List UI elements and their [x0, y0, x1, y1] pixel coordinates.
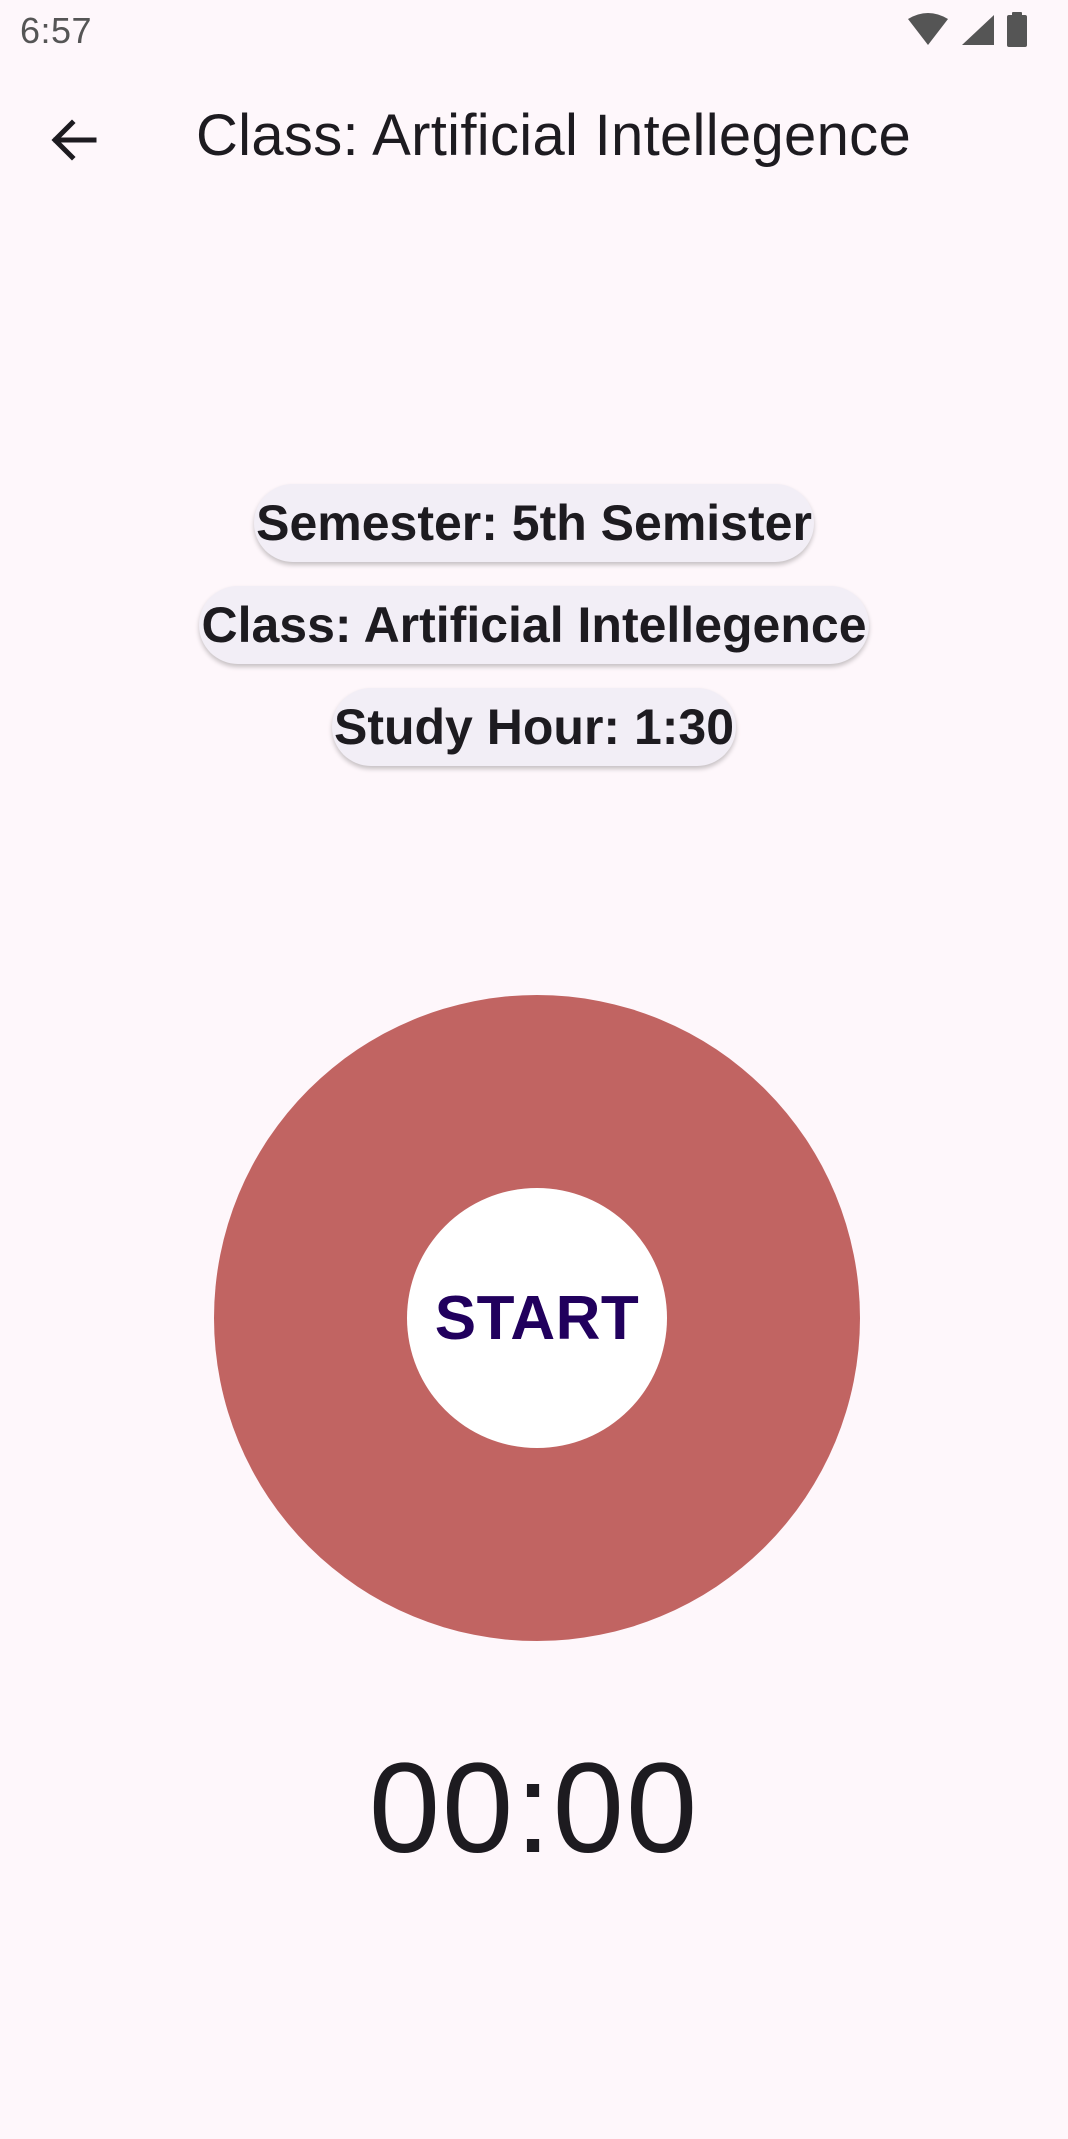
class-info: Semester: 5th Semister Class: Artificial…: [0, 484, 1068, 790]
back-button[interactable]: [36, 104, 112, 180]
cellular-signal-icon: [960, 13, 996, 47]
status-time: 6:57: [20, 10, 93, 51]
class-chip: Class: Artificial Intellegence: [199, 586, 869, 664]
timer-display: 00:00: [368, 1737, 700, 1880]
arrow-back-icon: [48, 114, 100, 171]
semester-chip: Semester: 5th Semister: [254, 484, 814, 562]
page-title: Class: Artificial Intellegence: [196, 103, 911, 168]
battery-icon: [1006, 12, 1028, 48]
start-button[interactable]: START: [407, 1188, 667, 1448]
top-app-bar: Class: Artificial Intellegence: [0, 80, 1068, 200]
wifi-icon: [906, 13, 950, 47]
status-bar: 6:57: [0, 0, 1068, 62]
study-hour-chip: Study Hour: 1:30: [331, 688, 737, 766]
status-icons: [906, 12, 1028, 48]
